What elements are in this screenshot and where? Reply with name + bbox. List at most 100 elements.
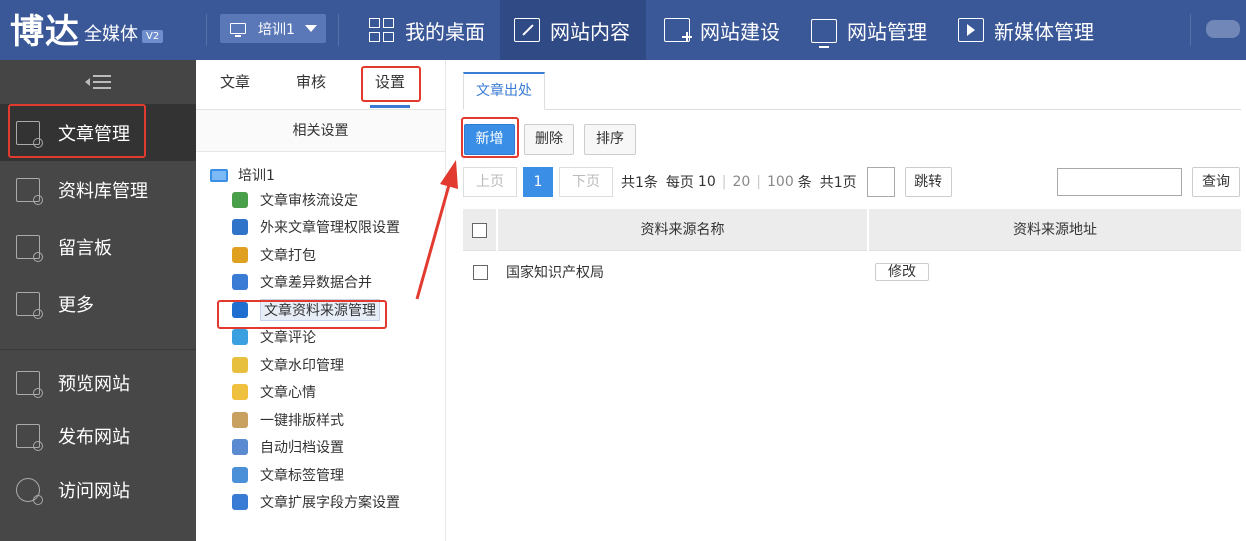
tree-item-label: 自动归档设置 (260, 440, 344, 457)
page-size-100[interactable]: 100 (767, 174, 794, 190)
nav-new-media[interactable]: 新媒体管理 (944, 0, 1114, 60)
tab-article[interactable]: 文章 (208, 60, 262, 110)
row-checkbox-cell (463, 264, 498, 280)
sidebar-item-label: 更多 (58, 294, 94, 316)
sidebar-item-publish-site[interactable]: 发布网站 (0, 409, 196, 463)
panel-tabs: 文章 审核 设置 (196, 60, 445, 110)
site-selector[interactable]: 培训1 (220, 14, 326, 43)
page-size-20[interactable]: 20 (732, 174, 750, 190)
collapse-sidebar-button[interactable] (0, 60, 196, 104)
nav-label: 网站建设 (700, 19, 780, 44)
tree-item-label: 文章标签管理 (260, 467, 344, 484)
sort-button[interactable]: 排序 (584, 124, 636, 155)
chevron-down-icon (305, 25, 317, 32)
sidebar-item-preview-site[interactable]: 预览网站 (0, 356, 196, 409)
tree-item[interactable]: 一键排版样式 (196, 406, 445, 434)
edit-button[interactable]: 修改 (875, 263, 929, 281)
package-icon (232, 246, 248, 263)
sidebar-item-more[interactable]: 更多 (0, 275, 196, 332)
nav-my-desktop[interactable]: 我的桌面 (355, 0, 500, 60)
format-icon (232, 411, 248, 428)
total-count: 共1条 (621, 175, 658, 191)
tab-review[interactable]: 审核 (286, 60, 336, 110)
tree-item[interactable]: 文章标签管理 (196, 461, 445, 489)
publish-icon (16, 424, 43, 451)
divider (338, 14, 339, 46)
menu-collapse-icon (85, 75, 111, 89)
sidebar-item-label: 资料库管理 (58, 180, 148, 202)
tree-item[interactable]: 文章资料来源管理 (196, 296, 445, 324)
nav-label: 新媒体管理 (994, 19, 1094, 44)
globe-icon (16, 478, 43, 505)
tree-item-label: 文章心情 (260, 385, 316, 402)
more-settings-icon (16, 291, 43, 319)
tree-item[interactable]: 文章水印管理 (196, 351, 445, 379)
tree-item[interactable]: 外来文章管理权限设置 (196, 214, 445, 242)
divider (0, 349, 196, 350)
tag-icon (232, 466, 248, 483)
user-avatar[interactable] (1206, 20, 1240, 38)
nav-label: 网站管理 (847, 19, 927, 44)
source-table: 资料来源名称 资料来源地址 国家知识产权局 修改 (463, 209, 1241, 293)
column-header-name: 资料来源名称 (498, 209, 869, 251)
sidebar-item-label: 发布网站 (58, 427, 130, 448)
tab-article-source[interactable]: 文章出处 (463, 72, 545, 110)
download-box-icon (16, 177, 43, 205)
extend-icon (232, 494, 248, 511)
search-input[interactable] (1057, 168, 1182, 196)
tree-root[interactable]: 培训1 (196, 164, 445, 186)
user-icon (232, 219, 248, 236)
jump-page-input[interactable] (866, 167, 895, 197)
delete-button[interactable]: 删除 (524, 124, 574, 155)
jump-button[interactable]: 跳转 (904, 167, 952, 197)
tree-root-label: 培训1 (238, 168, 275, 184)
tree-item[interactable]: 文章心情 (196, 379, 445, 407)
tree-item[interactable]: 文章扩展字段方案设置 (196, 489, 445, 517)
sidebar-item-message-board[interactable]: 留言板 (0, 218, 196, 275)
prev-page-button[interactable]: 上页 (463, 167, 517, 197)
select-all-checkbox[interactable] (472, 222, 487, 238)
brand-logo: 博达 全媒体 V2 (10, 6, 164, 54)
divider (206, 14, 207, 46)
divider: | (756, 174, 762, 190)
next-page-button[interactable]: 下页 (559, 167, 613, 197)
tree-item[interactable]: 自动归档设置 (196, 434, 445, 462)
main-content: 文章出处 新增 删除 排序 上页 1 下页 共1条 每页 10 | 20 | 1… (447, 60, 1246, 541)
users-icon (232, 191, 248, 208)
sidebar-item-visit-site[interactable]: 访问网站 (0, 463, 196, 517)
tab-settings[interactable]: 设置 (362, 60, 418, 110)
page-size-10[interactable]: 10 (698, 174, 716, 190)
sidebar-item-library[interactable]: 资料库管理 (0, 161, 196, 218)
row-checkbox[interactable] (473, 264, 488, 280)
unit-label: 条 (797, 175, 812, 191)
table-row: 国家知识产权局 修改 (463, 251, 1241, 293)
tree-item[interactable]: 文章评论 (196, 324, 445, 352)
tree-item-label: 文章水印管理 (260, 357, 344, 374)
current-page[interactable]: 1 (523, 167, 553, 197)
nav-site-build[interactable]: 网站建设 (650, 0, 795, 60)
tree-item-label: 文章扩展字段方案设置 (260, 495, 400, 512)
settings-panel: 文章 审核 设置 相关设置 培训1 文章审核流设定 外来文章管理权限设置 文章打包文… (196, 60, 446, 541)
tree-item[interactable]: 文章打包 (196, 241, 445, 269)
pagination: 上页 1 下页 共1条 每页 10 | 20 | 100 条 共1页 跳转 (463, 167, 952, 197)
source-icon (232, 301, 248, 318)
nav-label: 网站内容 (550, 19, 630, 44)
brand-subtitle: 全媒体 (84, 24, 138, 45)
search-button[interactable]: 查询 (1192, 167, 1240, 197)
preview-icon (16, 370, 43, 398)
nav-site-content[interactable]: 网站内容 (500, 0, 646, 60)
edit-icon (514, 18, 540, 42)
add-button[interactable]: 新增 (464, 124, 515, 155)
merge-icon (232, 274, 248, 291)
left-sidebar: 文章管理 资料库管理 留言板 更多 预览网站 发布网站 访问网站 (0, 60, 196, 541)
panel-header: 相关设置 (196, 110, 445, 152)
sidebar-item-article-manage[interactable]: 文章管理 (0, 104, 196, 161)
divider: | (721, 174, 727, 190)
tree-item[interactable]: 文章差异数据合并 (196, 269, 445, 297)
nav-site-manage[interactable]: 网站管理 (797, 0, 942, 60)
media-icon (958, 18, 984, 42)
brand-name: 博达 (10, 12, 80, 52)
tree-item[interactable]: 文章审核流设定 (196, 186, 445, 214)
message-icon (16, 234, 43, 262)
monitor-settings-icon (811, 19, 837, 48)
